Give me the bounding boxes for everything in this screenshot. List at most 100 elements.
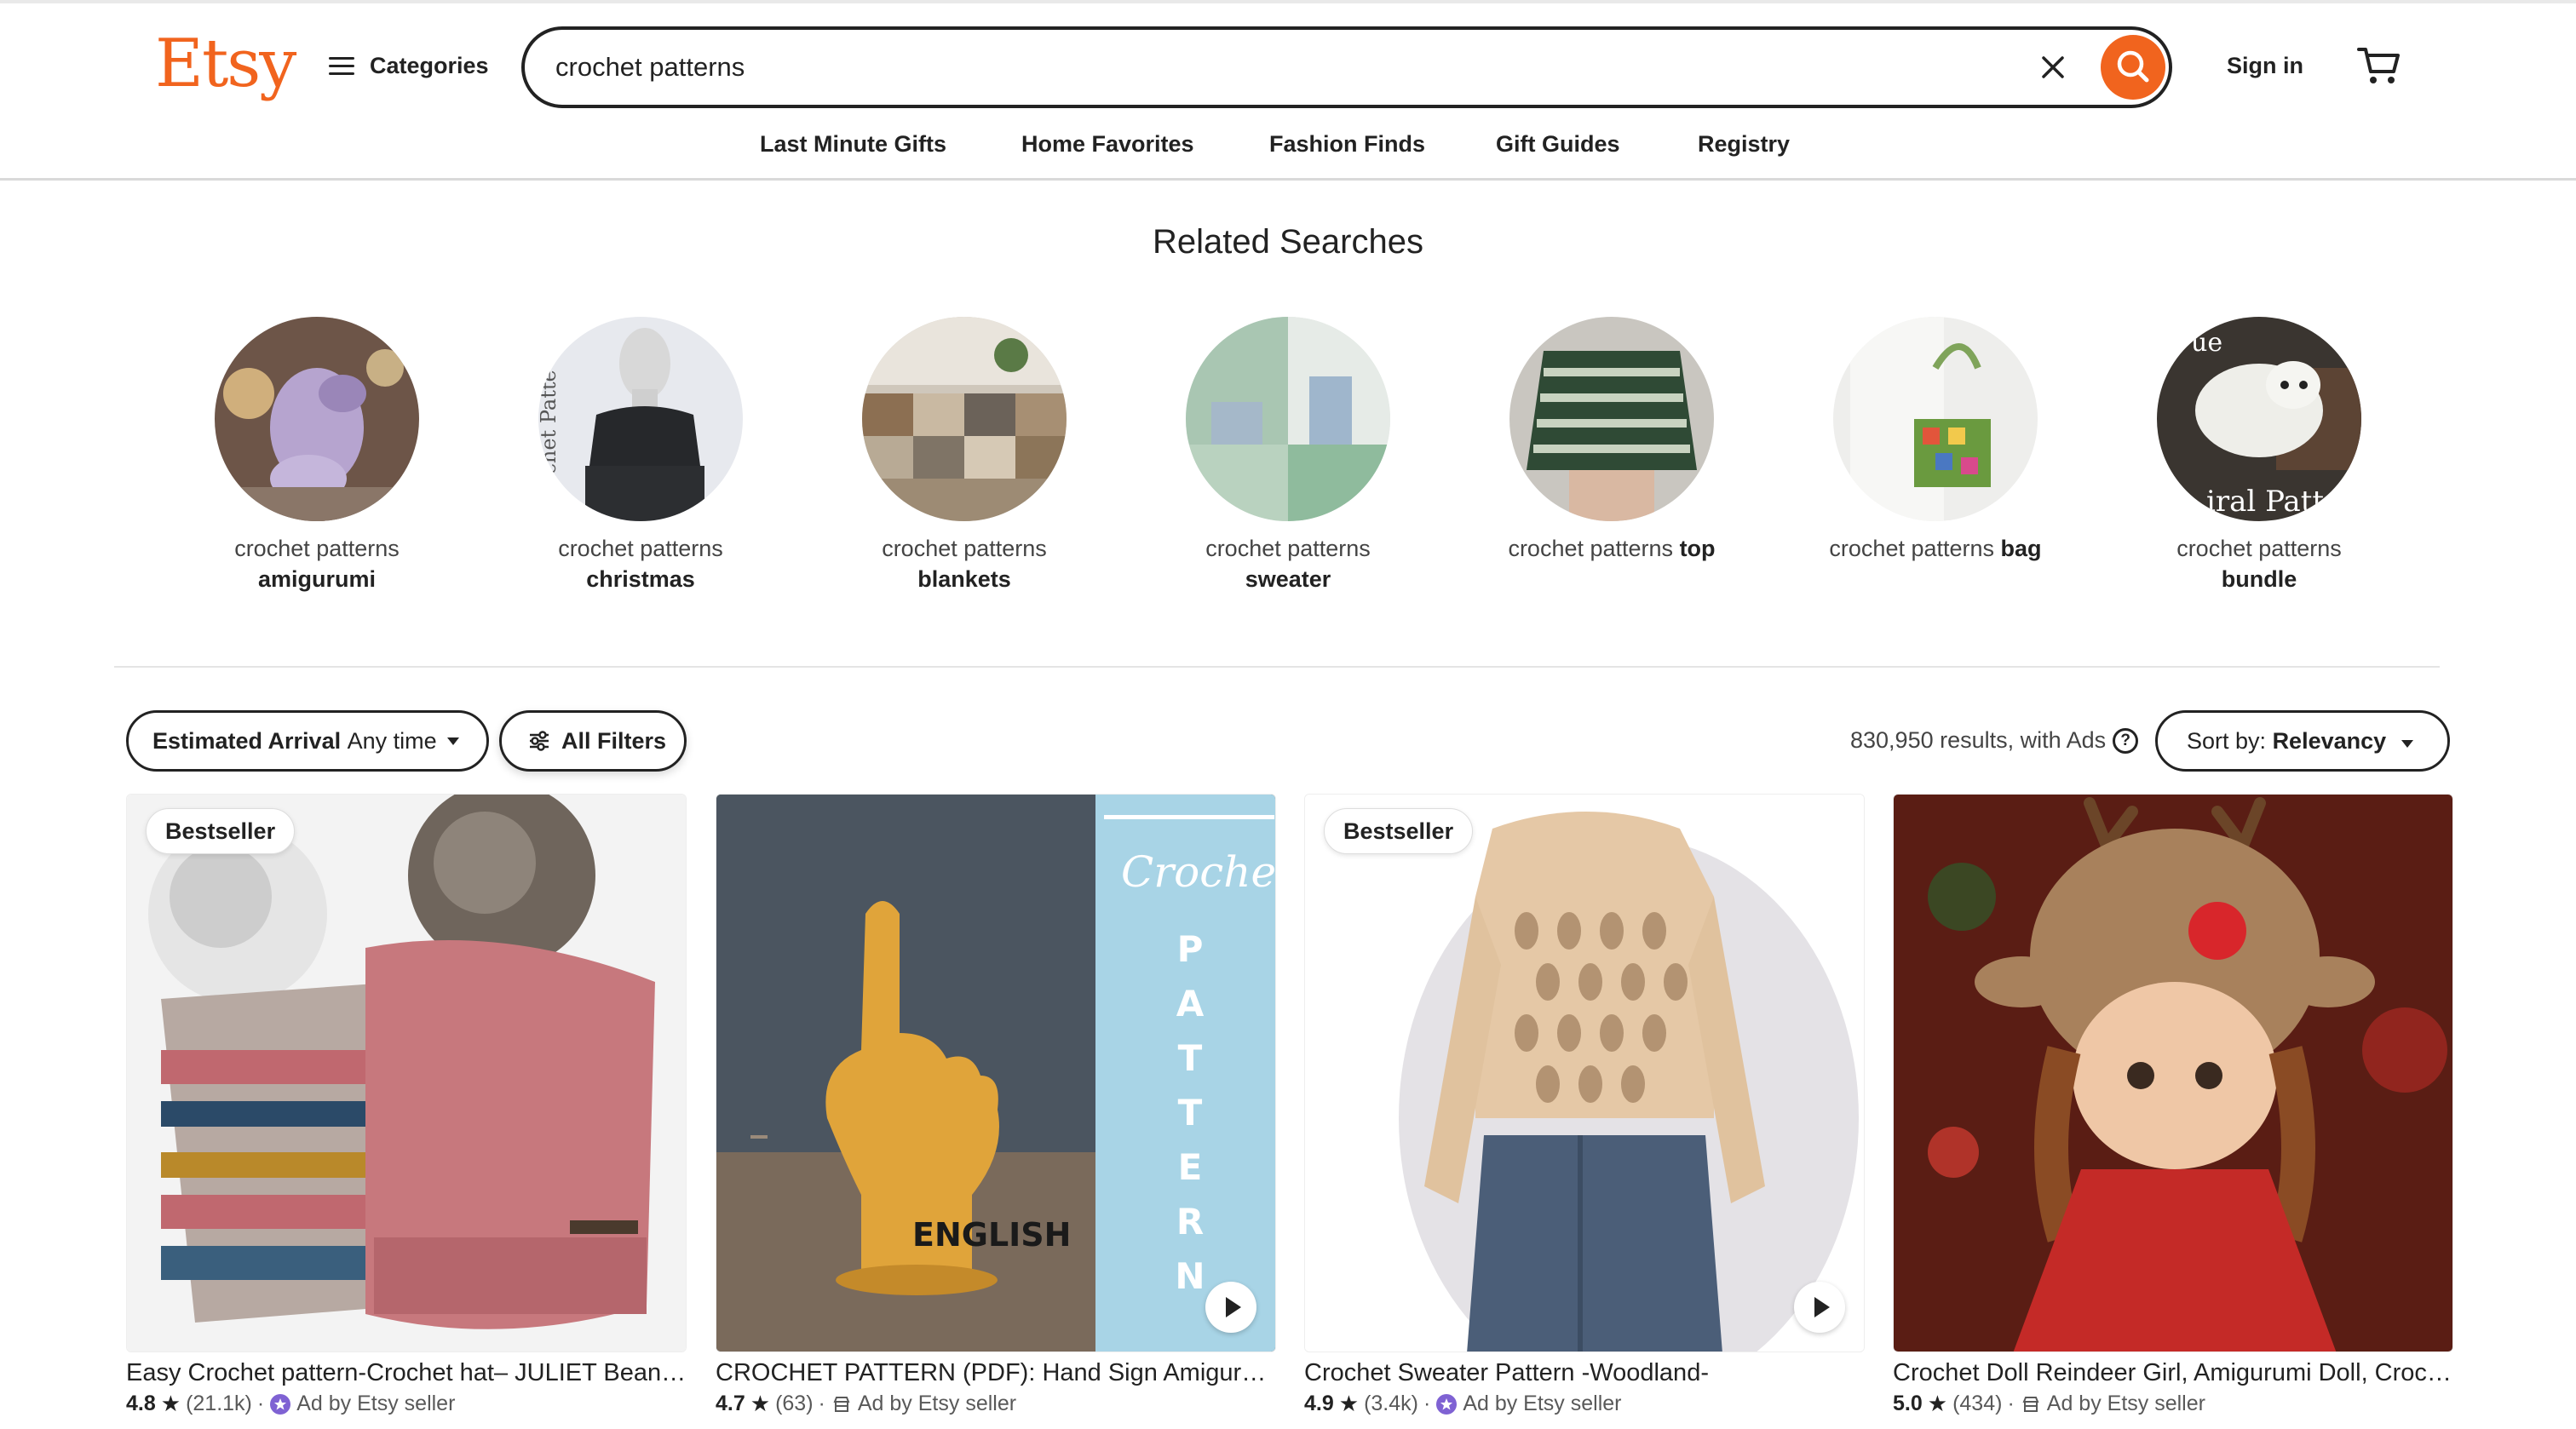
related-search-bundle[interactable]: ue iral Patt crochet patterns bundle: [2131, 317, 2387, 594]
listing-title[interactable]: Easy Crochet pattern-Crochet hat– JULIET…: [126, 1359, 687, 1387]
caret-down-icon: [2401, 740, 2413, 748]
related-search-image: [1509, 317, 1714, 521]
svg-text:iral Patt: iral Patt: [2206, 485, 2324, 519]
listing-title[interactable]: Crochet Doll Reindeer Girl, Amigurumi Do…: [1893, 1359, 2453, 1387]
help-icon[interactable]: ?: [2113, 727, 2139, 754]
hamburger-icon: [329, 56, 354, 77]
listing-card[interactable]: Bestseller Easy Crochet pattern-Crochet …: [126, 794, 687, 1417]
all-filters-button[interactable]: All Filters: [499, 710, 687, 772]
ad-seller-note: Ad by Etsy seller: [296, 1392, 456, 1415]
listing-image[interactable]: Bestseller: [1304, 794, 1865, 1352]
related-search-prefix: crochet patterns: [1508, 536, 1674, 561]
listing-image[interactable]: Crochet ENGLISH PATTERN: [716, 794, 1276, 1352]
listing-meta: 4.9 ★ (3.4k) · Ad by Etsy seller: [1304, 1391, 1865, 1417]
star-icon: ★: [160, 1391, 181, 1416]
related-search-image: ue iral Patt: [2157, 317, 2361, 521]
sort-dropdown[interactable]: Sort by: Relevancy: [2155, 710, 2450, 772]
bestseller-badge: Bestseller: [146, 808, 296, 854]
star-icon: ★: [750, 1391, 771, 1416]
listing-title[interactable]: CROCHET PATTERN (PDF): Hand Sign Amiguru…: [716, 1359, 1276, 1387]
related-search-prefix: crochet patterns: [558, 536, 723, 561]
site-header: Etsy Categories Sign in Last Minute Gif: [0, 3, 2576, 181]
separator-dot: ·: [1423, 1392, 1431, 1415]
related-search-prefix: crochet patterns: [234, 536, 400, 561]
etsy-logo[interactable]: Etsy: [155, 26, 296, 102]
related-search-image: [215, 317, 419, 521]
related-search-amigurumi[interactable]: crochet patterns amigurumi: [189, 317, 445, 594]
related-search-sweater[interactable]: crochet patterns sweater: [1160, 317, 1416, 594]
listing-meta: 5.0 ★ (434) · Ad by Etsy seller: [1893, 1391, 2453, 1417]
listing-meta: 4.7 ★ (63) · Ad by Etsy seller: [716, 1391, 1276, 1417]
search-input[interactable]: [555, 43, 2004, 91]
estimated-arrival-filter[interactable]: Estimated Arrival Any time: [126, 710, 489, 772]
shopping-cart-icon: [2357, 48, 2400, 83]
listing-card[interactable]: Crochet Doll Reindeer Girl, Amigurumi Do…: [1893, 794, 2453, 1417]
star-seller-icon: [270, 1393, 291, 1415]
sign-in-link[interactable]: Sign in: [2227, 53, 2303, 79]
related-search-top[interactable]: crochet patterns top: [1484, 317, 1739, 564]
section-divider: [114, 666, 2440, 668]
caret-down-icon: [446, 737, 459, 745]
play-video-icon[interactable]: [1205, 1282, 1256, 1333]
filter-sliders-icon: [530, 731, 549, 751]
star-seller-icon: [1436, 1393, 1458, 1415]
results-count: 830,950 results, with Ads ?: [1850, 727, 2139, 754]
categories-button[interactable]: Categories: [329, 53, 489, 79]
related-search-blankets[interactable]: crochet patterns blankets: [837, 317, 1092, 594]
pattern-vertical-text: PATTERN: [1175, 928, 1205, 1297]
bestseller-badge: Bestseller: [1324, 808, 1474, 854]
listing-rating: 4.7: [716, 1392, 745, 1415]
nav-registry[interactable]: Registry: [1698, 131, 1790, 158]
shop-icon: [2022, 1396, 2039, 1412]
related-search-image: [1186, 317, 1390, 521]
svg-text:ENGLISH: ENGLISH: [912, 1216, 1071, 1254]
nav-gift-guides[interactable]: Gift Guides: [1496, 131, 1620, 158]
separator-dot: ·: [818, 1392, 825, 1415]
close-icon: [2042, 56, 2064, 78]
related-search-keyword: bundle: [2221, 566, 2297, 592]
related-search-prefix: crochet patterns: [1205, 536, 1371, 561]
listing-card[interactable]: Crochet ENGLISH PATTERN CROCHET PATTERN …: [716, 794, 1276, 1417]
search-icon: [2117, 50, 2149, 83]
nav-home-favorites[interactable]: Home Favorites: [1021, 131, 1194, 158]
cart-button[interactable]: [2356, 44, 2402, 87]
related-search-christmas[interactable]: ochet Patte crochet patterns christmas: [513, 317, 768, 594]
listing-rating: 4.9: [1304, 1392, 1334, 1415]
listing-image[interactable]: Bestseller: [126, 794, 687, 1352]
listing-image[interactable]: [1893, 794, 2453, 1352]
related-search-keyword: bag: [2000, 536, 2042, 561]
listing-title[interactable]: Crochet Sweater Pattern -Woodland-: [1304, 1359, 1865, 1387]
related-search-keyword: christmas: [586, 566, 695, 592]
all-filters-label: All Filters: [561, 727, 667, 754]
ad-seller-note: Ad by Etsy seller: [2046, 1392, 2205, 1415]
svg-text:ue: ue: [2191, 328, 2222, 358]
star-icon: ★: [1927, 1391, 1948, 1416]
play-video-icon[interactable]: [1794, 1282, 1845, 1333]
search-button[interactable]: [2101, 35, 2165, 100]
nav-last-minute-gifts[interactable]: Last Minute Gifts: [760, 131, 946, 158]
separator-dot: ·: [2007, 1392, 2015, 1415]
estimated-arrival-value: Any time: [347, 727, 437, 754]
sort-value: Relevancy: [2272, 727, 2387, 754]
svg-text:Crochet: Crochet: [1121, 847, 1276, 897]
listing-meta: 4.8 ★ (21.1k) · Ad by Etsy seller: [126, 1391, 687, 1417]
related-search-keyword: top: [1679, 536, 1716, 561]
star-icon: ★: [1338, 1391, 1360, 1416]
nav-fashion-finds[interactable]: Fashion Finds: [1269, 131, 1425, 158]
related-search-bag[interactable]: crochet patterns bag: [1808, 317, 2063, 564]
related-search-label: crochet patterns bag: [1808, 533, 2063, 564]
search-bar: [521, 26, 2172, 108]
related-search-prefix: crochet patterns: [1829, 536, 1995, 561]
related-search-keyword: sweater: [1245, 566, 1331, 592]
sort-label: Sort by:: [2187, 727, 2267, 754]
related-search-image: [862, 317, 1067, 521]
estimated-arrival-label: Estimated Arrival: [152, 727, 342, 754]
category-nav: Last Minute Gifts Home Favorites Fashion…: [0, 131, 2576, 165]
listing-card[interactable]: Bestseller Crochet Sweater Pattern -Wood…: [1304, 794, 1865, 1417]
shop-icon: [833, 1396, 850, 1412]
svg-text:ochet Patte: ochet Patte: [538, 370, 561, 487]
clear-search-button[interactable]: [2033, 47, 2073, 88]
listing-rating: 5.0: [1893, 1392, 1923, 1415]
related-search-keyword: blankets: [917, 566, 1011, 592]
listing-reviews: (3.4k): [1364, 1392, 1418, 1415]
